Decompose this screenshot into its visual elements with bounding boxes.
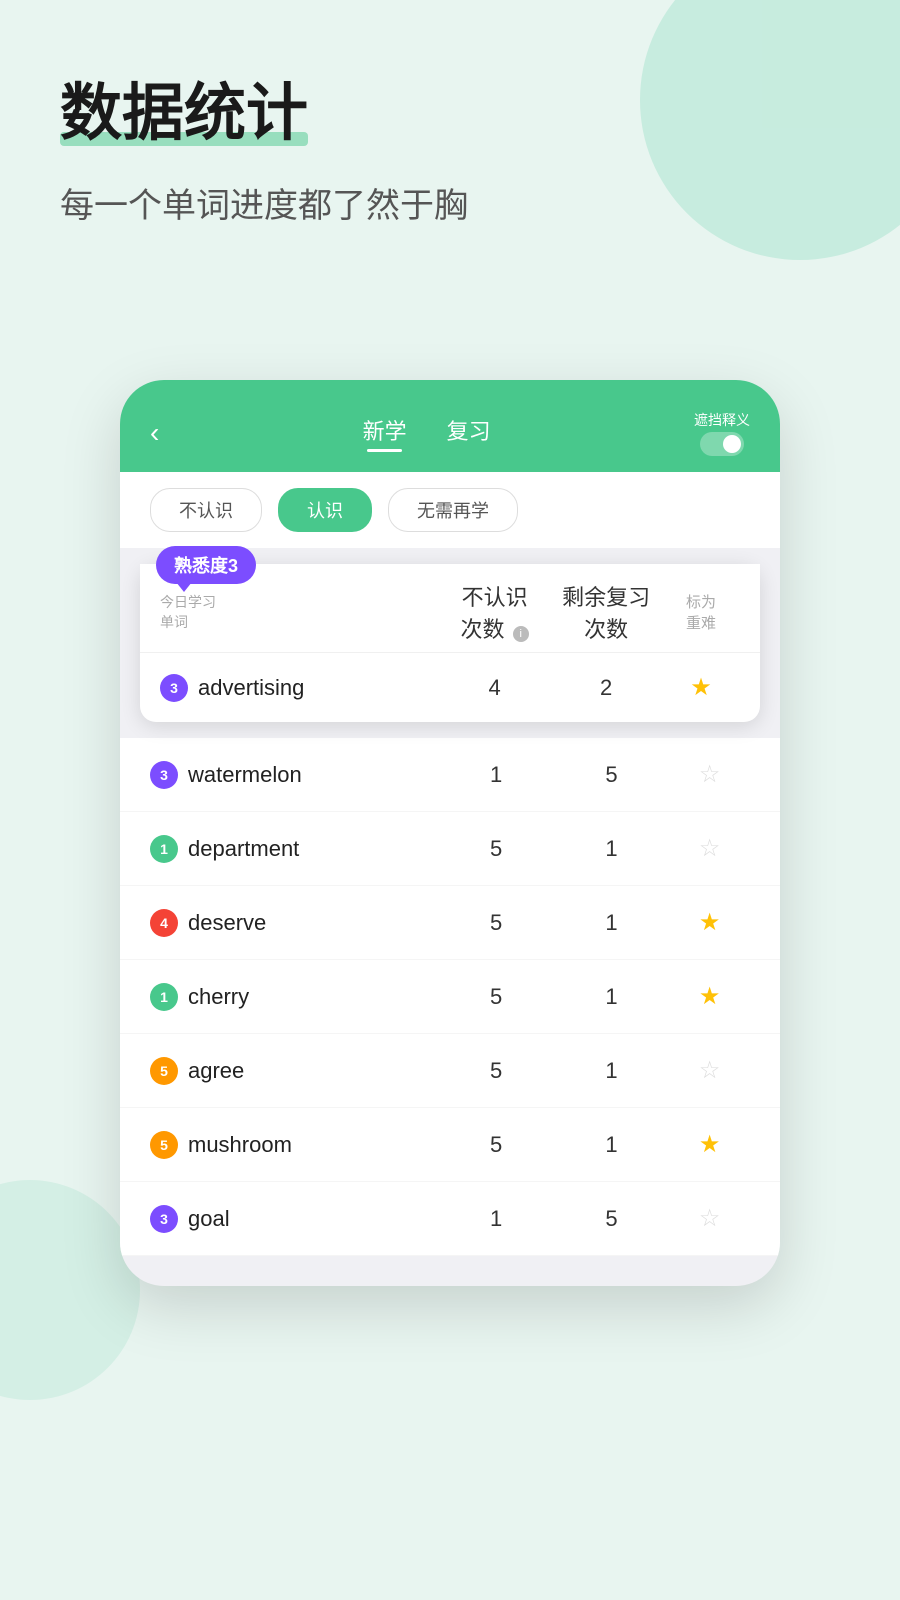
page-subtitle: 每一个单词进度都了然于胸: [60, 178, 468, 227]
filter-unknown[interactable]: 不认识: [150, 488, 262, 532]
phone-header: ‹ 新学 复习 遮挡释义: [120, 380, 780, 472]
star-icon-empty: ☆: [699, 761, 721, 788]
bg-decoration-top: [640, 0, 900, 260]
star-toggle[interactable]: ★: [669, 982, 750, 1011]
star-icon-empty: ☆: [699, 1057, 721, 1084]
stat1: 5: [438, 836, 553, 862]
highlighted-word-text: advertising: [198, 675, 304, 701]
info-icon: i: [513, 626, 529, 642]
word-badge: 1: [150, 835, 178, 863]
highlighted-word-col: 3 advertising: [160, 674, 439, 702]
word-badge: 5: [150, 1057, 178, 1085]
stat2: 1: [554, 836, 669, 862]
table-row: 5 agree 5 1 ☆: [120, 1034, 780, 1108]
word-text: cherry: [188, 984, 249, 1010]
word-col: 1 department: [150, 835, 438, 863]
stat2: 1: [554, 910, 669, 936]
filter-bar: 不认识 认识 无需再学: [120, 472, 780, 548]
table-row: 5 mushroom 5 1 ★: [120, 1108, 780, 1182]
bg-decoration-bottom: [0, 1180, 140, 1400]
hide-label: 遮挡释义: [694, 410, 750, 430]
tab-new[interactable]: 新学: [363, 414, 407, 452]
familiarity-badge: 熟悉度3: [156, 546, 256, 584]
star-toggle[interactable]: ☆: [669, 834, 750, 863]
filter-no-need[interactable]: 无需再学: [388, 488, 518, 532]
word-text: deserve: [188, 910, 266, 936]
table-row: 3 watermelon 1 5 ☆: [120, 738, 780, 812]
highlighted-word-row: 3 advertising 4 2 ★: [140, 652, 760, 722]
stat1: 5: [438, 984, 553, 1010]
word-text: goal: [188, 1206, 230, 1232]
stat1: 1: [438, 1206, 553, 1232]
word-badge: 1: [150, 983, 178, 1011]
word-text: mushroom: [188, 1132, 292, 1158]
stat1: 5: [438, 910, 553, 936]
back-button[interactable]: ‹: [150, 417, 159, 449]
col-header-word: 今日学习 单词: [160, 592, 439, 632]
hide-toggle[interactable]: [700, 432, 744, 456]
stat2: 1: [554, 1058, 669, 1084]
page-title: 数据统计: [60, 80, 308, 148]
col-header-remaining: 剩余复习 次数: [550, 580, 662, 644]
page-header: 数据统计 每一个单词进度都了然于胸: [60, 80, 468, 227]
word-text: agree: [188, 1058, 244, 1084]
highlighted-stat2: 2: [550, 675, 662, 701]
stat1: 1: [438, 762, 553, 788]
star-icon-filled: ★: [699, 983, 721, 1010]
star-toggle[interactable]: ★: [669, 1130, 750, 1159]
word-text: watermelon: [188, 762, 302, 788]
star-icon-filled: ★: [699, 909, 721, 936]
star-toggle[interactable]: ☆: [669, 1056, 750, 1085]
star-icon-empty: ☆: [699, 1205, 721, 1232]
word-col: 4 deserve: [150, 909, 438, 937]
word-badge: 3: [150, 761, 178, 789]
col-header-difficult: 标为 重难: [662, 591, 740, 633]
stat2: 1: [554, 1132, 669, 1158]
highlighted-stat1: 4: [439, 675, 551, 701]
nav-tabs: 新学 复习: [363, 414, 491, 452]
word-col: 5 mushroom: [150, 1131, 438, 1159]
star-toggle[interactable]: ☆: [669, 1204, 750, 1233]
table-row: 3 goal 1 5 ☆: [120, 1182, 780, 1256]
word-badge: 5: [150, 1131, 178, 1159]
tab-review[interactable]: 复习: [447, 414, 491, 452]
stat1: 5: [438, 1058, 553, 1084]
filter-known[interactable]: 认识: [278, 488, 372, 532]
table-row: 1 cherry 5 1 ★: [120, 960, 780, 1034]
highlighted-star[interactable]: ★: [662, 673, 740, 702]
star-icon-empty: ☆: [699, 835, 721, 862]
stat1: 5: [438, 1132, 553, 1158]
word-col: 3 goal: [150, 1205, 438, 1233]
word-badge: 4: [150, 909, 178, 937]
word-badge: 3: [150, 1205, 178, 1233]
word-text: department: [188, 836, 299, 862]
table-row: 1 department 5 1 ☆: [120, 812, 780, 886]
stat2: 5: [554, 762, 669, 788]
stat2: 1: [554, 984, 669, 1010]
highlighted-badge: 3: [160, 674, 188, 702]
stat2: 5: [554, 1206, 669, 1232]
phone-nav: ‹ 新学 复习 遮挡释义: [150, 400, 750, 472]
star-icon-filled: ★: [690, 674, 712, 701]
table-row: 4 deserve 5 1 ★: [120, 886, 780, 960]
star-icon-filled: ★: [699, 1131, 721, 1158]
phone-mockup: ‹ 新学 复习 遮挡释义 不认识 认识 无需再学 熟悉度3 今日学习 单词: [120, 380, 780, 1286]
col-header-unknown: 不认识 次数 i: [439, 580, 551, 644]
word-col: 3 watermelon: [150, 761, 438, 789]
nav-right: 遮挡释义: [694, 410, 750, 456]
word-col: 1 cherry: [150, 983, 438, 1011]
word-col: 5 agree: [150, 1057, 438, 1085]
star-toggle[interactable]: ☆: [669, 760, 750, 789]
star-toggle[interactable]: ★: [669, 908, 750, 937]
highlight-card: 熟悉度3 今日学习 单词 不认识 次数 i 剩余复习 次数 标为 重难: [140, 564, 760, 722]
word-list: 3 watermelon 1 5 ☆ 1 department 5 1 ☆ 4: [120, 738, 780, 1256]
